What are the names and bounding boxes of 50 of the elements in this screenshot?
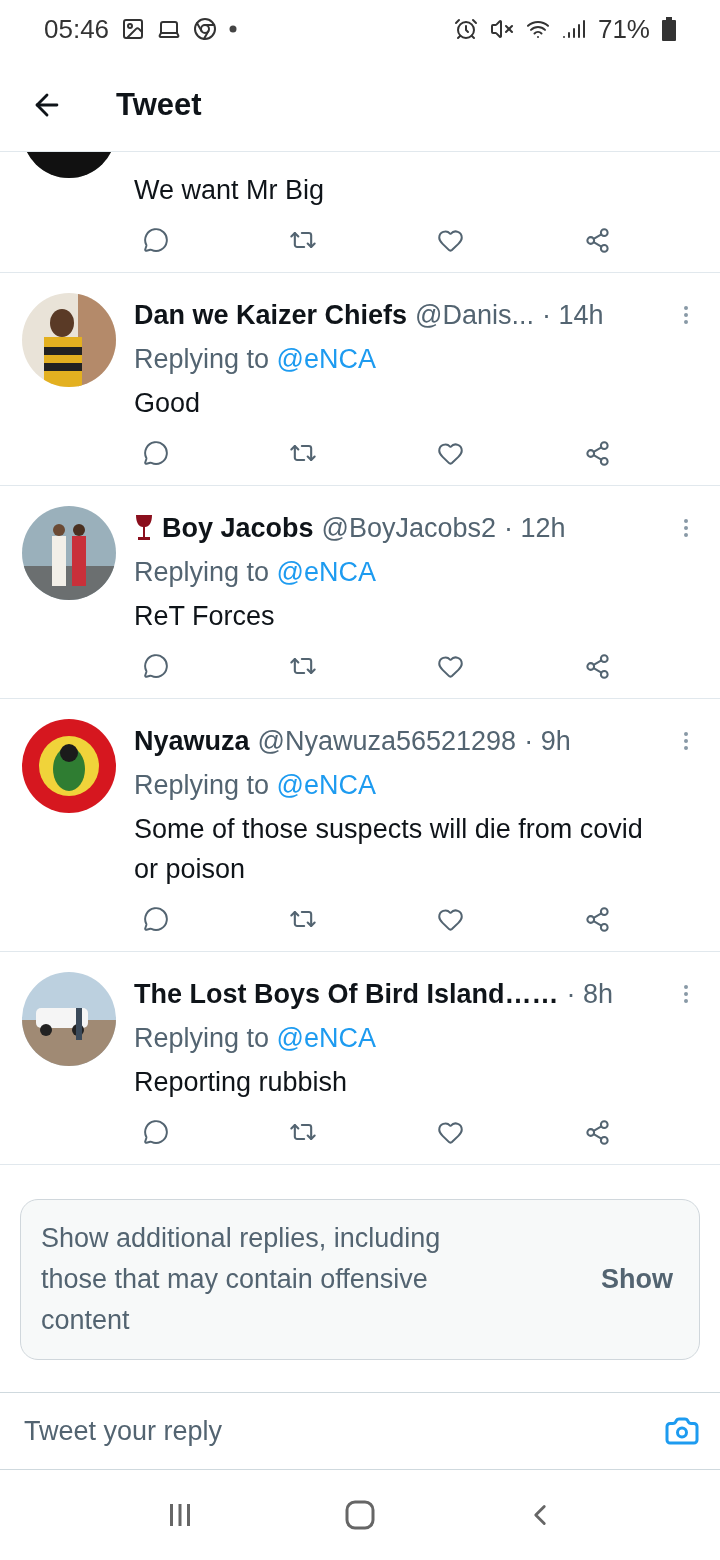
tweet-time: · 12h (504, 512, 566, 544)
mention-link[interactable]: @eNCA (276, 344, 377, 374)
tweet-text: Some of those suspects will die from covid or poison (134, 813, 644, 886)
display-name: Dan we Kaizer Chiefs (134, 299, 408, 331)
comment-icon (143, 440, 169, 466)
comment-icon (143, 227, 169, 253)
replying-to-text: Replying to @eNCA (134, 343, 378, 376)
mention-link[interactable]: @eNCA (276, 770, 377, 800)
mention-link[interactable]: @eNCA (276, 1023, 377, 1053)
display-name: The Lost Boys Of Bird Island…… (134, 978, 559, 1010)
battery-icon (662, 17, 676, 41)
tweet-text: Good (134, 387, 202, 420)
display-name: Nyawuza (134, 725, 250, 757)
clock-time: 05:46 (44, 13, 110, 45)
replying-to-text: Replying to @eNCA (134, 769, 378, 802)
alarm-icon (453, 17, 478, 41)
tweet-text: Reporting rubbish (134, 1066, 349, 1099)
mute-icon (489, 17, 514, 41)
share-icon (583, 226, 611, 254)
show-button[interactable]: Show (595, 1263, 679, 1296)
tweet-time: · 8h (566, 978, 614, 1010)
user-handle: @Nyawuza56521298 (257, 725, 517, 757)
home-button[interactable] (345, 1500, 375, 1530)
battery-percentage: 71% (597, 13, 650, 45)
signal-icon (561, 17, 586, 41)
mention-link[interactable]: @eNCA (276, 557, 377, 587)
comment-icon (143, 906, 169, 932)
more-replies-text: Show additional replies, including those that may contain offensive content (41, 1222, 442, 1337)
share-icon (583, 1118, 611, 1146)
comment-icon (143, 1119, 169, 1145)
recent-apps-icon (167, 1502, 193, 1528)
notification-dot-icon (229, 25, 238, 33)
tweet-text: We want Mr Big (134, 174, 326, 207)
replying-to-text: Replying to @eNCA (134, 1022, 378, 1055)
browser-icon (193, 17, 218, 41)
tweet-time: · 14h (542, 299, 604, 331)
tweet-text: ReT Forces (134, 600, 276, 633)
home-icon (345, 1500, 375, 1530)
display-name: Boy Jacobs (162, 512, 314, 544)
comment-icon (143, 653, 169, 679)
gallery-icon (121, 17, 146, 41)
user-handle: @BoyJacobs2 (321, 512, 497, 544)
page-title: Tweet (116, 86, 202, 123)
replying-to-text: Replying to @eNCA (134, 556, 378, 589)
recent-apps-button[interactable] (167, 1502, 193, 1528)
share-icon (583, 439, 611, 467)
share-icon (583, 652, 611, 680)
tweet-time: · 9h (524, 725, 571, 757)
user-handle: @Danis... (415, 299, 535, 331)
share-icon (583, 905, 611, 933)
